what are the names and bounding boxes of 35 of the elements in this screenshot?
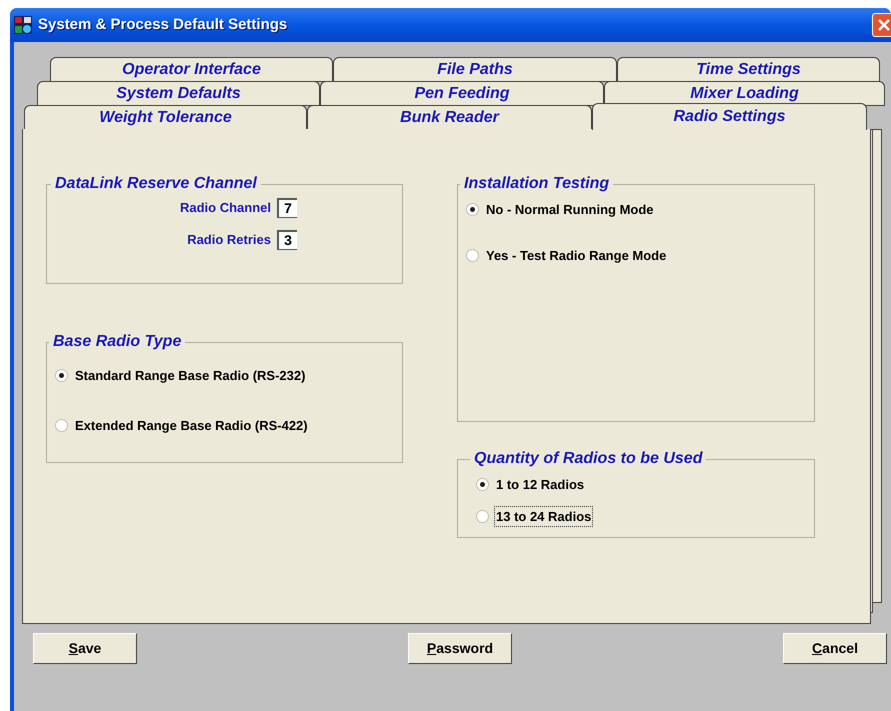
radio-button[interactable] xyxy=(466,203,479,216)
input-field[interactable]: 3 xyxy=(277,230,297,250)
dialog-button[interactable]: Cancel xyxy=(783,633,887,664)
radio-label[interactable]: Standard Range Base Radio (RS-232) xyxy=(74,366,306,386)
window-title: System & Process Default Settings xyxy=(38,14,288,35)
radio-label[interactable]: 1 to 12 Radios xyxy=(495,475,586,494)
radio-button[interactable] xyxy=(476,510,489,523)
field-label: Radio Retries xyxy=(187,231,271,250)
dialog-button[interactable]: Password xyxy=(408,633,512,664)
radio-label[interactable]: 13 to 24 Radios xyxy=(495,506,592,526)
radio-button[interactable] xyxy=(476,478,489,492)
tab[interactable]: Pen Feeding xyxy=(320,81,604,106)
radio-label[interactable]: No - Normal Running Mode xyxy=(485,200,655,220)
radio-button[interactable] xyxy=(55,418,68,432)
close-button[interactable] xyxy=(872,13,891,37)
radio-label[interactable]: Extended Range Base Radio (RS-422) xyxy=(74,416,309,435)
field-label: Radio Channel xyxy=(180,199,271,218)
app-icon xyxy=(14,16,32,34)
tab[interactable]: Operator Interface xyxy=(50,57,333,82)
tab[interactable]: Weight Tolerance xyxy=(24,105,307,130)
group-title: Quantity of Radios to be Used xyxy=(473,449,704,469)
radio-button[interactable] xyxy=(466,248,479,262)
radio-button[interactable] xyxy=(55,369,68,382)
dialog-button[interactable]: Save xyxy=(33,633,137,664)
tab[interactable]: System Defaults xyxy=(37,81,320,106)
group-title: Installation Testing xyxy=(463,174,610,194)
group-title: DataLink Reserve Channel xyxy=(54,174,258,194)
tab[interactable]: Time Settings xyxy=(617,57,880,82)
tab[interactable]: Bunk Reader xyxy=(307,105,592,130)
close-icon xyxy=(878,19,890,31)
tab[interactable]: File Paths xyxy=(333,57,617,82)
input-field[interactable]: 7 xyxy=(277,198,297,218)
group-title: Base Radio Type xyxy=(52,332,182,352)
tab[interactable]: Radio Settings xyxy=(592,103,867,130)
radio-label[interactable]: Yes - Test Radio Range Mode xyxy=(485,246,668,265)
